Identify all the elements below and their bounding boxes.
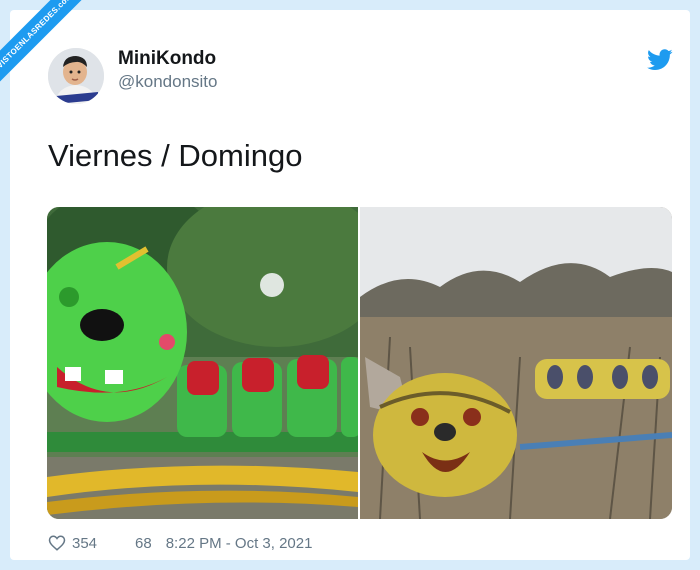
- retweet-count[interactable]: 68: [135, 535, 152, 552]
- display-name[interactable]: MiniKondo: [118, 48, 216, 70]
- like-count[interactable]: 354: [72, 535, 97, 552]
- avatar[interactable]: [48, 48, 104, 104]
- twitter-bird-icon[interactable]: [647, 49, 673, 71]
- avatar-image: [48, 48, 104, 104]
- heart-icon[interactable]: [48, 534, 66, 552]
- photo-abandoned-caterpillar[interactable]: [360, 207, 672, 519]
- tweet-footer: 354 68 8:22 PM - Oct 3, 2021: [48, 534, 312, 552]
- timestamp[interactable]: 8:22 PM - Oct 3, 2021: [166, 535, 313, 552]
- tweet-card: MiniKondo @kondonsito Viernes / Domingo: [10, 10, 690, 560]
- media-grid[interactable]: [47, 207, 672, 519]
- tweet-text: Viernes / Domingo: [48, 138, 303, 173]
- photo-caterpillar-coaster[interactable]: [47, 207, 358, 519]
- user-handle[interactable]: @kondonsito: [118, 72, 218, 92]
